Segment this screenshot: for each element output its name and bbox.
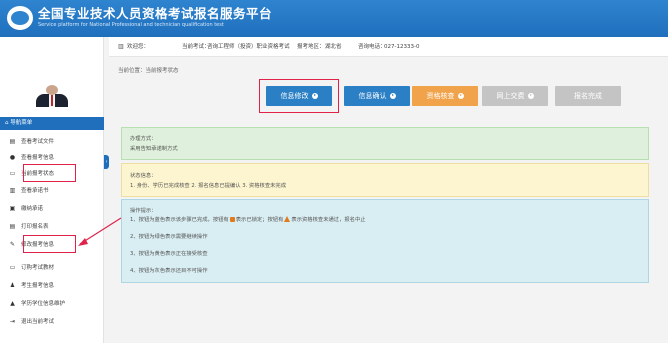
annotation-arrow	[78, 217, 122, 246]
